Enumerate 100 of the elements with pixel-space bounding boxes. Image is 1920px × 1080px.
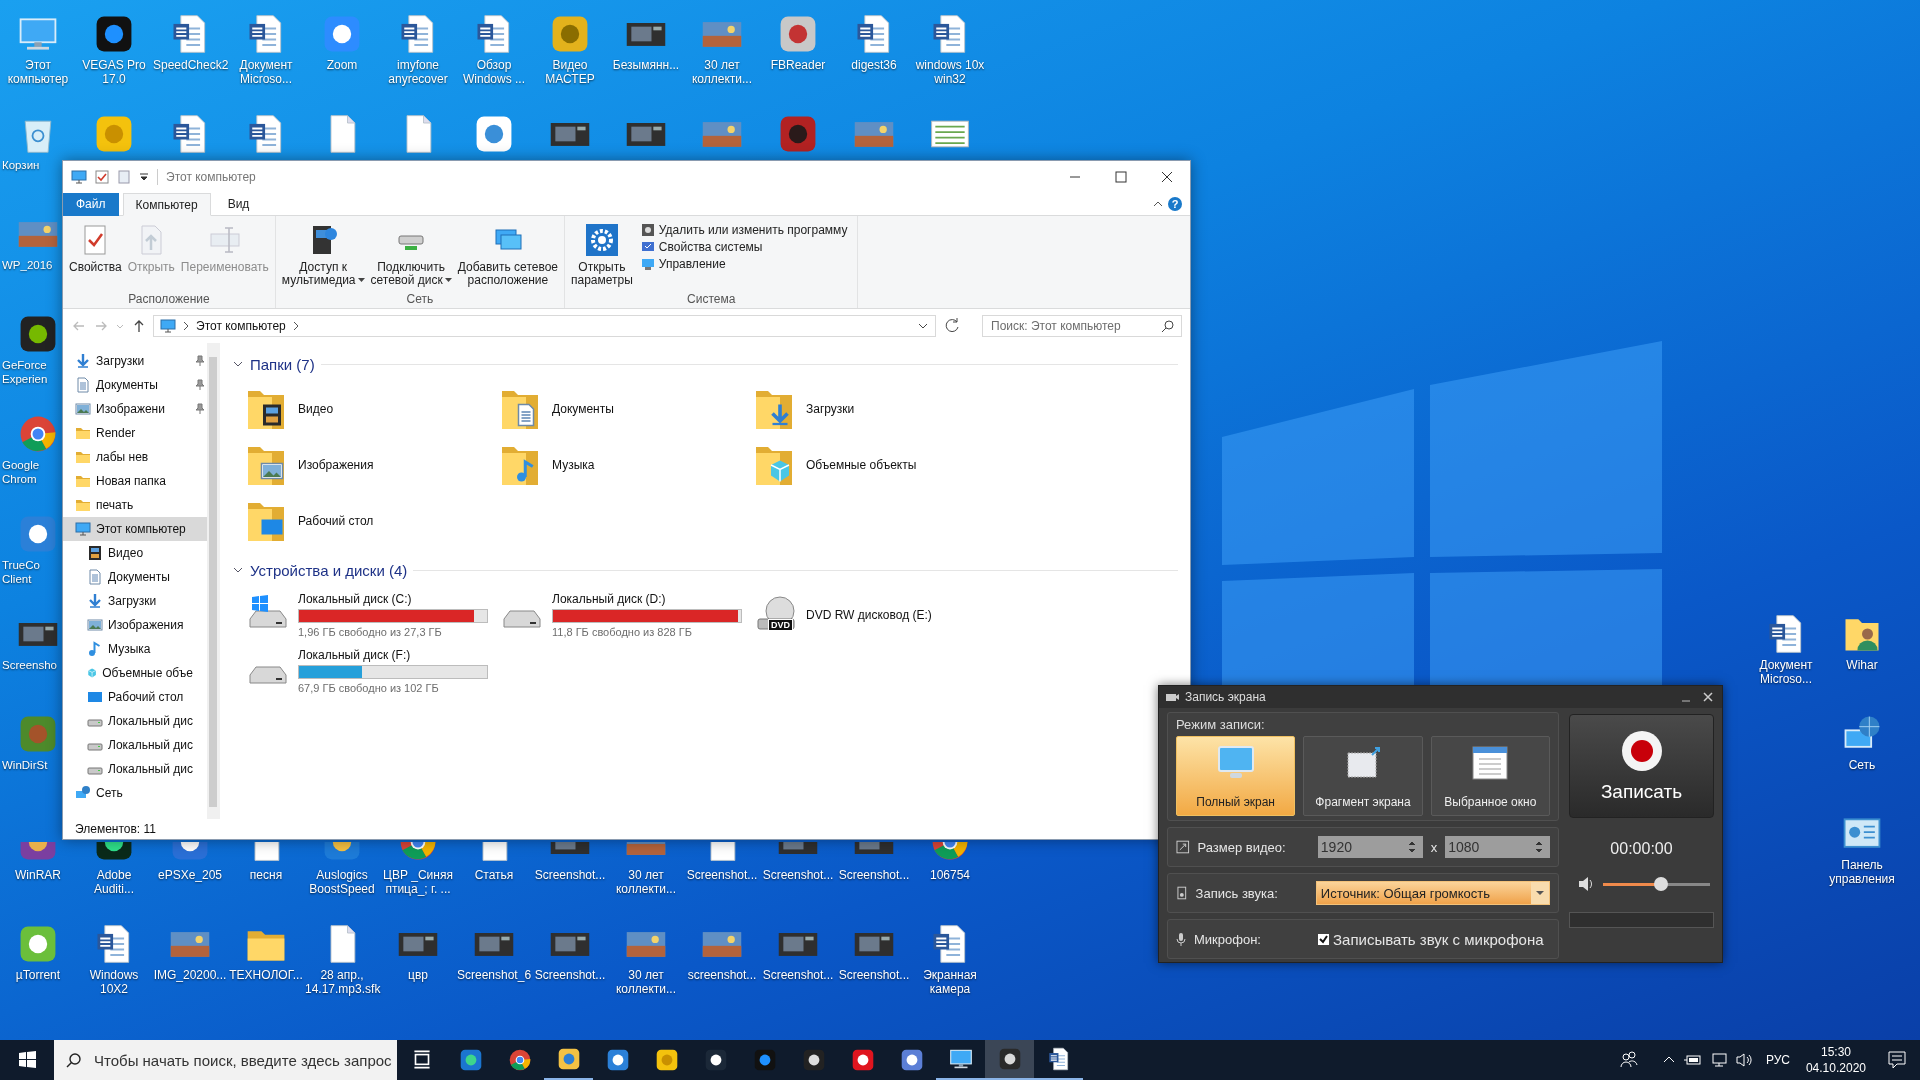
system-properties-icon[interactable] — [640, 240, 655, 254]
caret-icon[interactable] — [1536, 890, 1544, 896]
mode-button[interactable]: Полный экран — [1176, 736, 1296, 816]
desktop-icon-label[interactable]: Screenshot... — [837, 868, 911, 882]
drive-label[interactable]: Локальный диск (D:) — [552, 592, 742, 606]
ribbon-button[interactable]: Свойства системы — [640, 240, 848, 254]
ribbon-button[interactable]: Подключить сетевой диск — [368, 220, 454, 292]
search-field[interactable]: Поиск: Этот компьютер — [982, 315, 1182, 337]
ribbon-button[interactable]: Свойства — [67, 220, 124, 292]
desktop-icon-label[interactable]: цвр — [381, 968, 455, 982]
desktop-icon-label[interactable]: Windows 10X2 — [77, 968, 151, 996]
caret-icon[interactable] — [139, 172, 149, 182]
program-icon[interactable] — [640, 223, 655, 237]
desktop-icon-label[interactable]: WinDirSt — [2, 758, 60, 772]
spinner-arrows-icon[interactable] — [1534, 839, 1544, 855]
nav-item[interactable]: Загрузки — [63, 589, 207, 613]
volume-icon[interactable] — [1734, 1052, 1755, 1068]
ribbon-button[interactable]: Доступ к мультимедиа — [279, 220, 367, 292]
search-field[interactable]: Чтобы начать поиск, введите здесь запрос — [92, 1050, 397, 1070]
search-bar[interactable]: Чтобы начать поиск, введите здесь запрос — [54, 1040, 397, 1080]
nav-item[interactable]: Локальный дис — [63, 733, 207, 757]
nav-item[interactable]: печать — [63, 493, 207, 517]
desktop-icon-label[interactable]: Screenshot... — [533, 868, 607, 882]
desktop-icon-label[interactable]: Документ Microso... — [1749, 658, 1823, 686]
desktop-icon-label[interactable]: Статья — [457, 868, 531, 882]
scrollbar[interactable] — [207, 343, 219, 819]
desktop-icon-label[interactable]: ТЕХНОЛОГ... — [229, 968, 303, 982]
ribbon-button[interactable]: Удалить или изменить программу — [640, 223, 848, 237]
nav-item[interactable]: Документы — [63, 565, 207, 589]
desktop-icon-label[interactable]: Wihar — [1825, 658, 1899, 672]
ribbon-tab[interactable]: Компьютер — [122, 193, 211, 216]
battery-icon[interactable] — [1682, 1052, 1703, 1068]
spinner-arrows-icon[interactable] — [1406, 839, 1417, 855]
caret-icon[interactable] — [917, 321, 929, 331]
nav-item[interactable]: Изображения — [63, 613, 207, 637]
desktop-icon-label[interactable]: 30 лет коллекти... — [609, 868, 683, 896]
desktop-icon-label[interactable]: Screenshot... — [837, 968, 911, 982]
nav-item[interactable]: Видео — [63, 541, 207, 565]
nav-item[interactable]: Сеть — [63, 781, 207, 805]
desktop-icon-label[interactable]: WinRAR — [1, 868, 75, 882]
search-icon[interactable] — [66, 1052, 82, 1068]
checkmark-icon[interactable] — [95, 170, 109, 184]
audio-source-dropdown[interactable]: Источник: Общая громкость — [1315, 881, 1550, 905]
people-icon[interactable] — [1618, 1050, 1639, 1070]
desktop-icon-label[interactable]: Adobe Auditi... — [77, 868, 151, 896]
folder-label[interactable]: Рабочий стол — [298, 514, 374, 528]
nav-item[interactable]: Локальный дис — [63, 757, 207, 781]
checkbox-label[interactable]: Записывать звук с микрофона — [1333, 930, 1544, 948]
mode-button[interactable]: Выбранное окно — [1430, 736, 1550, 816]
language-indicator[interactable]: РУС — [1765, 1053, 1790, 1067]
caret-icon[interactable] — [444, 278, 452, 283]
desktop-icon-label[interactable]: Screenshot... — [761, 968, 835, 982]
desktop-icon-label[interactable]: песня — [229, 868, 303, 882]
clock[interactable]: 15:30 04.10.2020 — [1805, 1044, 1866, 1076]
section-header[interactable]: Папки (7) — [250, 355, 315, 373]
nav-item[interactable]: Документы — [63, 373, 207, 397]
drive-label[interactable]: Локальный диск (C:) — [298, 592, 488, 606]
desktop-icon-label[interactable]: Screenshot... — [533, 968, 607, 982]
folder-label[interactable]: Изображения — [298, 458, 374, 472]
nav-item[interactable]: Рабочий стол — [63, 685, 207, 709]
section-header[interactable]: Устройства и диски (4) — [250, 561, 408, 579]
desktop-icon-label[interactable]: µTorrent — [1, 968, 75, 982]
ribbon-tab[interactable]: Вид — [214, 192, 263, 216]
ribbon-button[interactable]: Управление — [640, 257, 848, 271]
width-field[interactable]: 1920 — [1317, 836, 1423, 858]
address-bar[interactable]: Этот компьютер — [153, 315, 936, 337]
nav-item[interactable]: Render — [63, 421, 207, 445]
mode-button[interactable]: Фрагмент экрана — [1303, 736, 1423, 816]
ribbon-button[interactable]: Открыть параметры — [569, 220, 635, 292]
folder-label[interactable]: Загрузки — [806, 402, 855, 416]
nav-item[interactable]: Новая папка — [63, 469, 207, 493]
checkbox[interactable] — [1318, 933, 1329, 945]
desktop-icon-label[interactable]: Screenshot... — [761, 868, 835, 882]
file-menu-tab[interactable]: Файл — [63, 192, 119, 216]
computer-management-icon[interactable] — [640, 257, 655, 271]
help-button[interactable]: ? — [1168, 197, 1182, 211]
drive-label[interactable]: DVD RW дисковод (E:) — [806, 608, 932, 622]
pin-icon[interactable] — [195, 379, 205, 391]
desktop-icon-label[interactable]: 28 апр., 14.17.mp3.sfk — [305, 968, 379, 996]
ribbon-button[interactable]: Добавить сетевое расположение — [455, 220, 560, 292]
desktop-icon-label[interactable]: Screenshot... — [685, 868, 759, 882]
desktop-icon-label[interactable]: IMG_20200... — [153, 968, 227, 982]
pin-icon[interactable] — [195, 355, 205, 367]
desktop-icon-label[interactable]: screenshot... — [685, 968, 759, 982]
nav-item[interactable]: лабы нев — [63, 445, 207, 469]
desktop-icon-label[interactable]: digest36 — [837, 58, 911, 72]
folder-label[interactable]: Видео — [298, 402, 334, 416]
desktop-icon-label[interactable]: ЦВР _Синяя птица_; г. ... — [381, 868, 455, 896]
desktop-icon-label[interactable]: 106754 — [913, 868, 987, 882]
taskbar-button[interactable] — [985, 1040, 1034, 1080]
desktop-icon-label[interactable]: TrueCo Client — [2, 558, 60, 586]
nav-item[interactable]: Загрузки — [63, 349, 207, 373]
record-icon[interactable] — [1619, 729, 1664, 773]
desktop-icon-label[interactable]: Экранная камера — [913, 968, 987, 996]
desktop-icon-label[interactable]: 30 лет коллекти... — [609, 968, 683, 996]
folder-label[interactable]: Объемные объекты — [806, 458, 917, 472]
drive-label[interactable]: Локальный диск (F:) — [298, 648, 488, 662]
desktop-icon-label[interactable]: windows 10x win32 — [913, 58, 987, 86]
pin-icon[interactable] — [195, 403, 205, 415]
desktop-icon-label[interactable]: Сеть — [1825, 758, 1899, 772]
